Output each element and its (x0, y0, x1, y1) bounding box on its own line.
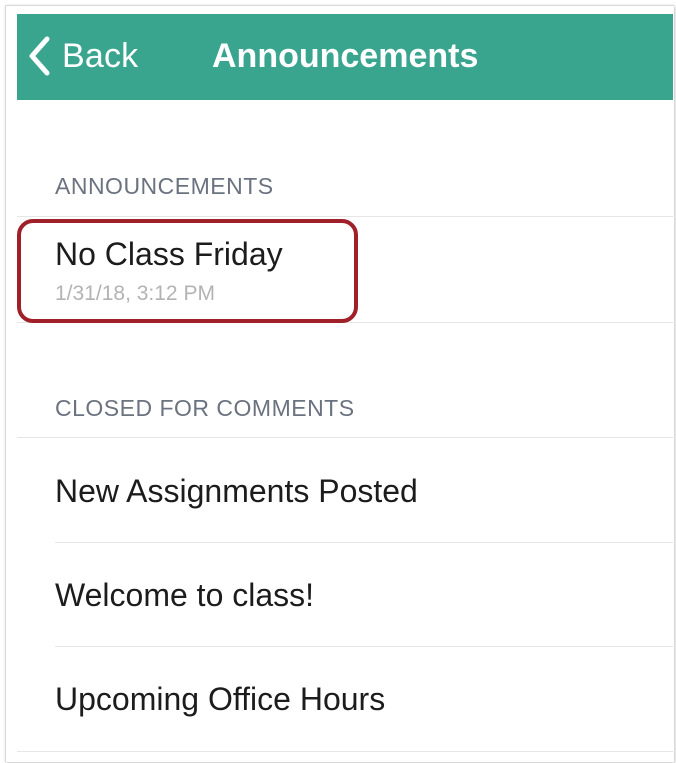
back-button-label: Back (62, 36, 139, 75)
announcement-title: Welcome to class! (55, 577, 315, 613)
section-header-closed-for-comments: CLOSED FOR COMMENTS (55, 395, 355, 421)
back-button[interactable]: Back (28, 34, 138, 78)
page-title: Announcements (212, 37, 479, 75)
chevron-left-icon (28, 36, 52, 76)
divider (17, 751, 673, 752)
section-header-announcements: ANNOUNCEMENTS (55, 173, 274, 199)
announcement-date: 1/31/18, 3:12 PM (55, 282, 215, 305)
divider (17, 322, 673, 323)
announcement-title: No Class Friday (55, 236, 283, 272)
announcement-title: New Assignments Posted (55, 473, 418, 509)
announcement-title: Upcoming Office Hours (55, 681, 386, 717)
